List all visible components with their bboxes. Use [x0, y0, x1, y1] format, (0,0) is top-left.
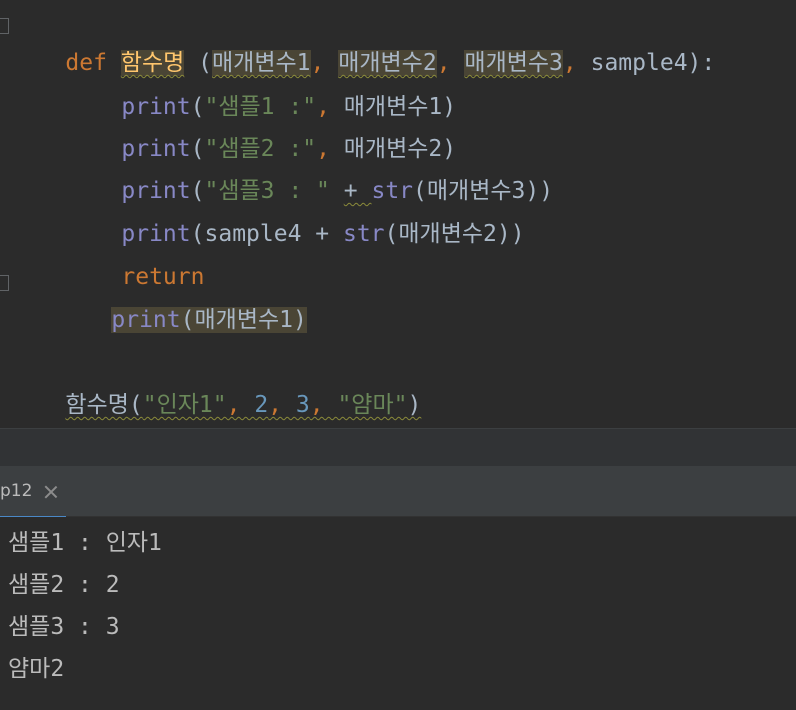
param-4: sample4	[590, 50, 688, 76]
code-line-print-4[interactable]: print(sample4 + str(매개변수2))	[0, 177, 524, 247]
code-line-def[interactable]: def 함수명 (매개변수1, 매개변수2, 매개변수3, sample4):	[0, 6, 715, 76]
call-arg-1: "인자1"	[142, 392, 227, 418]
call-arg-3: 3	[295, 392, 310, 418]
arg-ref: 매개변수2	[398, 221, 497, 247]
output-line: 샘플1 : 인자1	[8, 530, 162, 556]
function-call-name: 함수명	[65, 392, 129, 418]
print-call: print	[111, 307, 181, 333]
output-line: 샘플3 : 3	[8, 614, 120, 640]
output-line: 샘플2 : 2	[8, 572, 120, 598]
tab-run-config[interactable]: p12	[0, 466, 67, 518]
code-editor[interactable]: def 함수명 (매개변수1, 매개변수2, 매개변수3, sample4): …	[0, 0, 796, 428]
call-arg-2: 2	[254, 392, 269, 418]
fold-marker-icon[interactable]	[0, 18, 9, 34]
close-icon[interactable]	[44, 484, 58, 498]
code-line-call[interactable]: 함수명("인자1", 2, 3, "얌마")	[0, 348, 421, 418]
code-line-return[interactable]: return	[0, 220, 204, 290]
call-arg-4: "얌마"	[337, 392, 408, 418]
code-line-print-2[interactable]: print("샘플2 :", 매개변수2)	[0, 92, 456, 162]
code-line-print-3[interactable]: print("샘플3 : " + str(매개변수3))	[0, 134, 553, 204]
arg-ref: sample4	[204, 221, 302, 247]
panel-divider[interactable]	[0, 428, 796, 467]
fold-marker-icon[interactable]	[0, 275, 9, 291]
arg-ref: 매개변수1	[194, 307, 294, 333]
param-3: 매개변수3	[464, 50, 563, 76]
console-output[interactable]: 샘플1 : 인자1 샘플2 : 2 샘플3 : 3 얌마2	[0, 517, 796, 710]
tab-label: p12	[0, 481, 33, 501]
code-line-unreachable-print[interactable]: print(매개변수1)	[0, 263, 307, 333]
code-line-print-1[interactable]: print("샘플1 :", 매개변수1)	[0, 50, 456, 120]
run-tool-window-header: p12	[0, 466, 796, 518]
str-call: str	[342, 221, 385, 247]
output-line: 얌마2	[8, 656, 65, 682]
